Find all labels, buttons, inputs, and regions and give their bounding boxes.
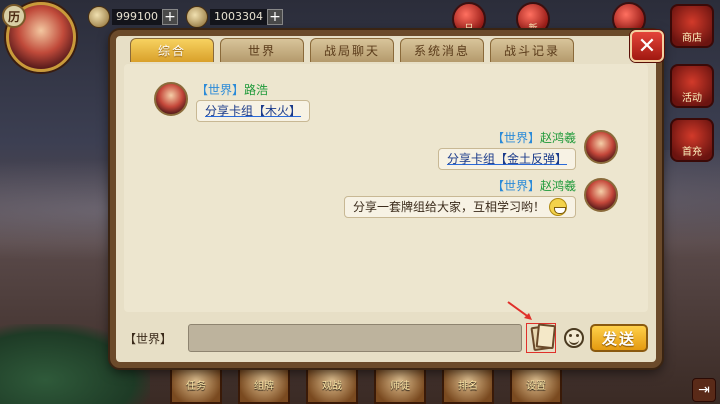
activity-icon[interactable]: 活动 xyxy=(670,64,714,108)
gold-add-button[interactable]: + xyxy=(162,9,178,25)
resource-gold: 999100 + xyxy=(88,6,178,28)
sender-name[interactable]: 赵鸿羲 xyxy=(540,131,576,145)
message-bubble: 分享卡组【金土反弹】 xyxy=(437,148,576,170)
resource-ingot: 1003304 + xyxy=(186,6,283,28)
exit-icon[interactable]: ⇥ xyxy=(692,378,716,402)
sender-name[interactable]: 路浩 xyxy=(244,83,268,97)
message-sender: 【世界】赵鸿羲 xyxy=(492,178,576,194)
tab-battle-chat[interactable]: 战局聊天 xyxy=(310,38,394,62)
close-button[interactable]: ✕ xyxy=(630,30,664,62)
chat-input[interactable] xyxy=(188,324,522,352)
tab-system-messages[interactable]: 系统消息 xyxy=(400,38,484,62)
gold-icon xyxy=(88,6,110,28)
send-button[interactable]: 发送 xyxy=(590,324,648,352)
grin-emoji-icon xyxy=(549,198,567,216)
sender-avatar[interactable] xyxy=(154,82,188,116)
shared-deck-link[interactable]: 分享卡组【金土反弹】 xyxy=(447,151,567,167)
shop-icon[interactable]: 商店 xyxy=(670,4,714,48)
gold-value: 999100 xyxy=(112,9,162,25)
chat-tabs: 综合 世界 战局聊天 系统消息 战斗记录 xyxy=(130,38,574,62)
deck-button[interactable]: 组牌 xyxy=(238,364,290,404)
channel-tag: 【世界】 xyxy=(196,83,245,97)
chat-input-row: 【世界】 发送 xyxy=(124,322,648,354)
chat-message-list[interactable]: 【世界】路浩 分享卡组【木火】 【世界】赵鸿羲 分享卡组【金土反弹】 【世界】赵… xyxy=(124,64,648,312)
chat-message: 【世界】赵鸿羲 分享卡组【金土反弹】 xyxy=(437,130,618,170)
chat-dialog: 综合 世界 战局聊天 系统消息 战斗记录 ✕ 【世界】路浩 分享卡组【木火】 【… xyxy=(110,30,664,368)
tab-general[interactable]: 综合 xyxy=(130,38,214,62)
message-body: 【世界】赵鸿羲 分享卡组【金土反弹】 xyxy=(437,130,576,170)
shared-deck-link[interactable]: 分享卡组【木火】 xyxy=(205,103,301,119)
settings-button[interactable]: 设置 xyxy=(510,364,562,404)
first-recharge-icon[interactable]: 首充 xyxy=(670,118,714,162)
channel-tag: 【世界】 xyxy=(491,131,540,145)
ingot-icon xyxy=(186,6,208,28)
mentor-button[interactable]: 师徒 xyxy=(374,364,426,404)
message-bubble: 分享一套牌组给大家，互相学习哟！ xyxy=(343,196,576,218)
task-button[interactable]: 任务 xyxy=(170,364,222,404)
message-body: 【世界】路浩 分享卡组【木火】 xyxy=(196,82,311,122)
channel-tag: 【世界】 xyxy=(491,179,540,193)
ingot-add-button[interactable]: + xyxy=(267,9,283,25)
message-sender: 【世界】赵鸿羲 xyxy=(492,130,576,146)
chat-message: 【世界】路浩 分享卡组【木火】 xyxy=(154,82,311,122)
tab-battle-records[interactable]: 战斗记录 xyxy=(490,38,574,62)
cards-icon xyxy=(530,324,552,352)
channel-selector[interactable]: 【世界】 xyxy=(124,330,188,347)
share-deck-button[interactable] xyxy=(526,323,556,353)
sender-avatar[interactable] xyxy=(584,130,618,164)
ingot-value: 1003304 xyxy=(210,9,267,25)
sender-avatar[interactable] xyxy=(584,178,618,212)
ranking-button[interactable]: 排名 xyxy=(442,364,494,404)
message-bubble: 分享卡组【木火】 xyxy=(196,100,311,122)
emoji-button[interactable] xyxy=(564,328,584,348)
avatar-badge: 历 xyxy=(2,4,26,28)
message-body: 【世界】赵鸿羲 分享一套牌组给大家，互相学习哟！ xyxy=(343,178,576,218)
sender-name[interactable]: 赵鸿羲 xyxy=(540,179,576,193)
message-sender: 【世界】路浩 xyxy=(196,82,310,98)
message-text: 分享一套牌组给大家，互相学习哟！ xyxy=(352,200,545,214)
chat-message: 【世界】赵鸿羲 分享一套牌组给大家，互相学习哟！ xyxy=(343,178,618,218)
bottom-menu: 任务 组牌 观战 师徒 排名 设置 xyxy=(150,364,710,404)
tab-world[interactable]: 世界 xyxy=(220,38,304,62)
spectate-button[interactable]: 观战 xyxy=(306,364,358,404)
